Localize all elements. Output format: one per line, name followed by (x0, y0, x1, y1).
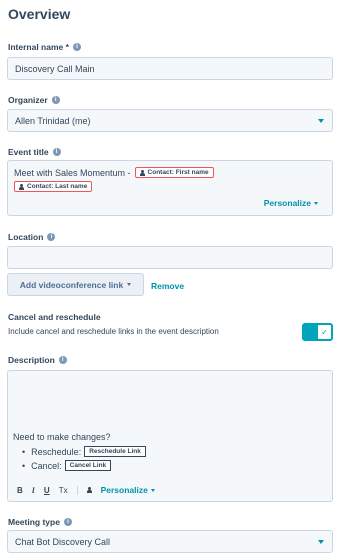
contact-icon (86, 487, 92, 493)
reschedule-link-button[interactable]: Reschedule Link (84, 446, 146, 457)
meeting-type-label-text: Meeting type (8, 517, 60, 527)
personalize-icon[interactable] (86, 487, 92, 493)
event-title-editor[interactable]: Meet with Sales Momentum - Contact: Firs… (7, 160, 333, 216)
organizer-label: Organizer i (8, 95, 60, 105)
description-label: Description i (8, 355, 67, 365)
clear-format-button[interactable]: Tx (59, 486, 68, 495)
list-item: • Reschedule: Reschedule Link (22, 446, 146, 457)
italic-button[interactable]: I (32, 486, 35, 495)
bullet: • (22, 460, 26, 471)
personalize-label: Personalize (263, 198, 311, 208)
info-icon[interactable]: i (47, 233, 56, 241)
add-videoconference-label: Add videoconference link (19, 279, 124, 290)
checkmark-icon: ✓ (317, 324, 332, 340)
internal-name-value: Discovery Call Main (15, 63, 95, 74)
contact-first-name-token[interactable]: Contact: First name (134, 167, 214, 178)
info-icon[interactable]: i (52, 148, 61, 156)
event-title-label-text: Event title (8, 147, 49, 157)
organizer-value: Allen Trinidad (me) (15, 115, 91, 126)
contact-last-name-token[interactable]: Contact: Last name (14, 181, 93, 192)
cancel-reschedule-description: Include cancel and reschedule links in t… (8, 327, 219, 336)
cancel-label: Cancel: (31, 460, 62, 471)
contact-icon (19, 183, 24, 190)
add-videoconference-button[interactable]: Add videoconference link (7, 273, 144, 296)
bullet: • (22, 446, 26, 457)
bold-button[interactable]: B (17, 486, 23, 495)
organizer-label-text: Organizer (8, 95, 48, 105)
info-icon[interactable]: i (58, 356, 67, 364)
internal-name-label: Internal name * i (8, 42, 81, 52)
chevron-down-icon (150, 489, 155, 493)
personalize-button[interactable]: Personalize (264, 198, 318, 208)
contact-icon (139, 169, 145, 176)
cancel-reschedule-label: Cancel and reschedule (8, 312, 101, 322)
toolbar-divider (76, 485, 78, 495)
page-title: Overview (8, 6, 71, 22)
organizer-select[interactable]: Allen Trinidad (me) (7, 109, 333, 132)
description-heading: Need to make changes? (13, 432, 111, 442)
cancel-link-button[interactable]: Cancel Link (64, 460, 112, 471)
internal-name-label-text: Internal name * (8, 42, 69, 52)
description-editor[interactable]: Need to make changes? • Reschedule: Resc… (7, 370, 333, 502)
event-title-label: Event title i (8, 147, 61, 157)
personalize-label: Personalize (100, 485, 148, 495)
cancel-reschedule-label-text: Cancel and reschedule (8, 312, 101, 322)
underline-button[interactable]: U (44, 486, 50, 495)
chevron-down-icon (314, 202, 318, 206)
chevron-down-icon (127, 283, 132, 286)
meeting-type-value: Chat Bot Discovery Call (15, 536, 111, 547)
token-label: Contact: First name (147, 169, 209, 176)
internal-name-input[interactable]: Discovery Call Main (7, 57, 333, 80)
info-icon[interactable]: i (51, 96, 60, 104)
token-label: Contact: Last name (27, 183, 88, 190)
location-input[interactable] (7, 246, 333, 269)
description-label-text: Description (8, 355, 55, 365)
location-label: Location i (8, 232, 56, 242)
meeting-type-select[interactable]: Chat Bot Discovery Call (7, 530, 333, 553)
chevron-down-icon (318, 539, 324, 544)
personalize-button[interactable]: Personalize (101, 485, 155, 495)
list-item: • Cancel: Cancel Link (22, 460, 112, 471)
info-icon[interactable]: i (72, 43, 81, 51)
cancel-reschedule-toggle[interactable]: ✓ (302, 323, 333, 341)
meeting-type-label: Meeting type i (8, 517, 72, 527)
formatting-toolbar: B I U Tx Personalize (17, 485, 155, 495)
chevron-down-icon (318, 118, 324, 123)
reschedule-label: Reschedule: (31, 446, 82, 457)
info-icon[interactable]: i (63, 518, 72, 526)
remove-link[interactable]: Remove (151, 281, 184, 291)
event-title-text: Meet with Sales Momentum - (14, 167, 131, 178)
location-label-text: Location (8, 232, 44, 242)
